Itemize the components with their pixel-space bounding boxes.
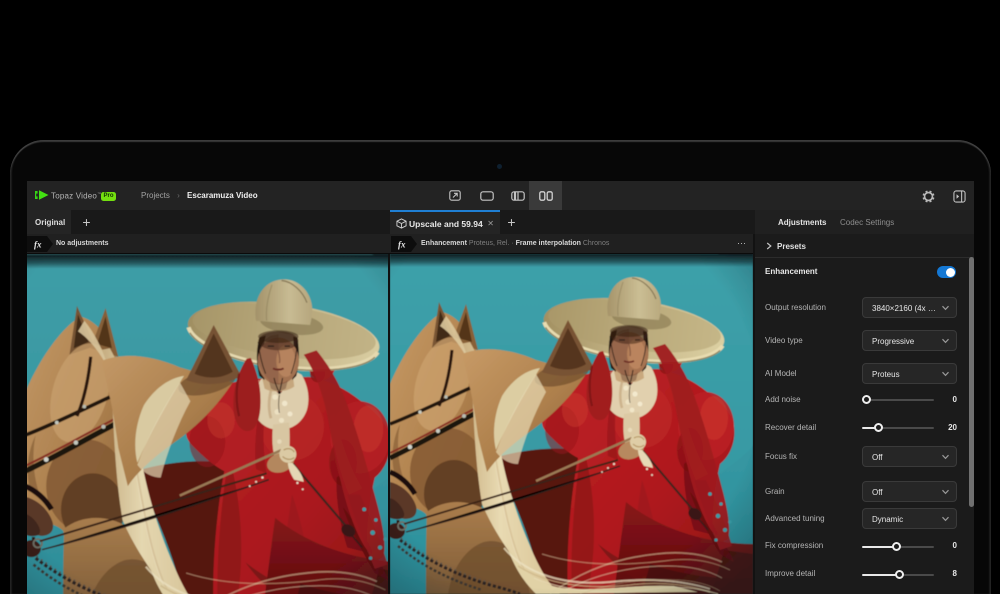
svg-text:fx: fx — [34, 240, 42, 250]
svg-text:fx: fx — [398, 240, 406, 250]
